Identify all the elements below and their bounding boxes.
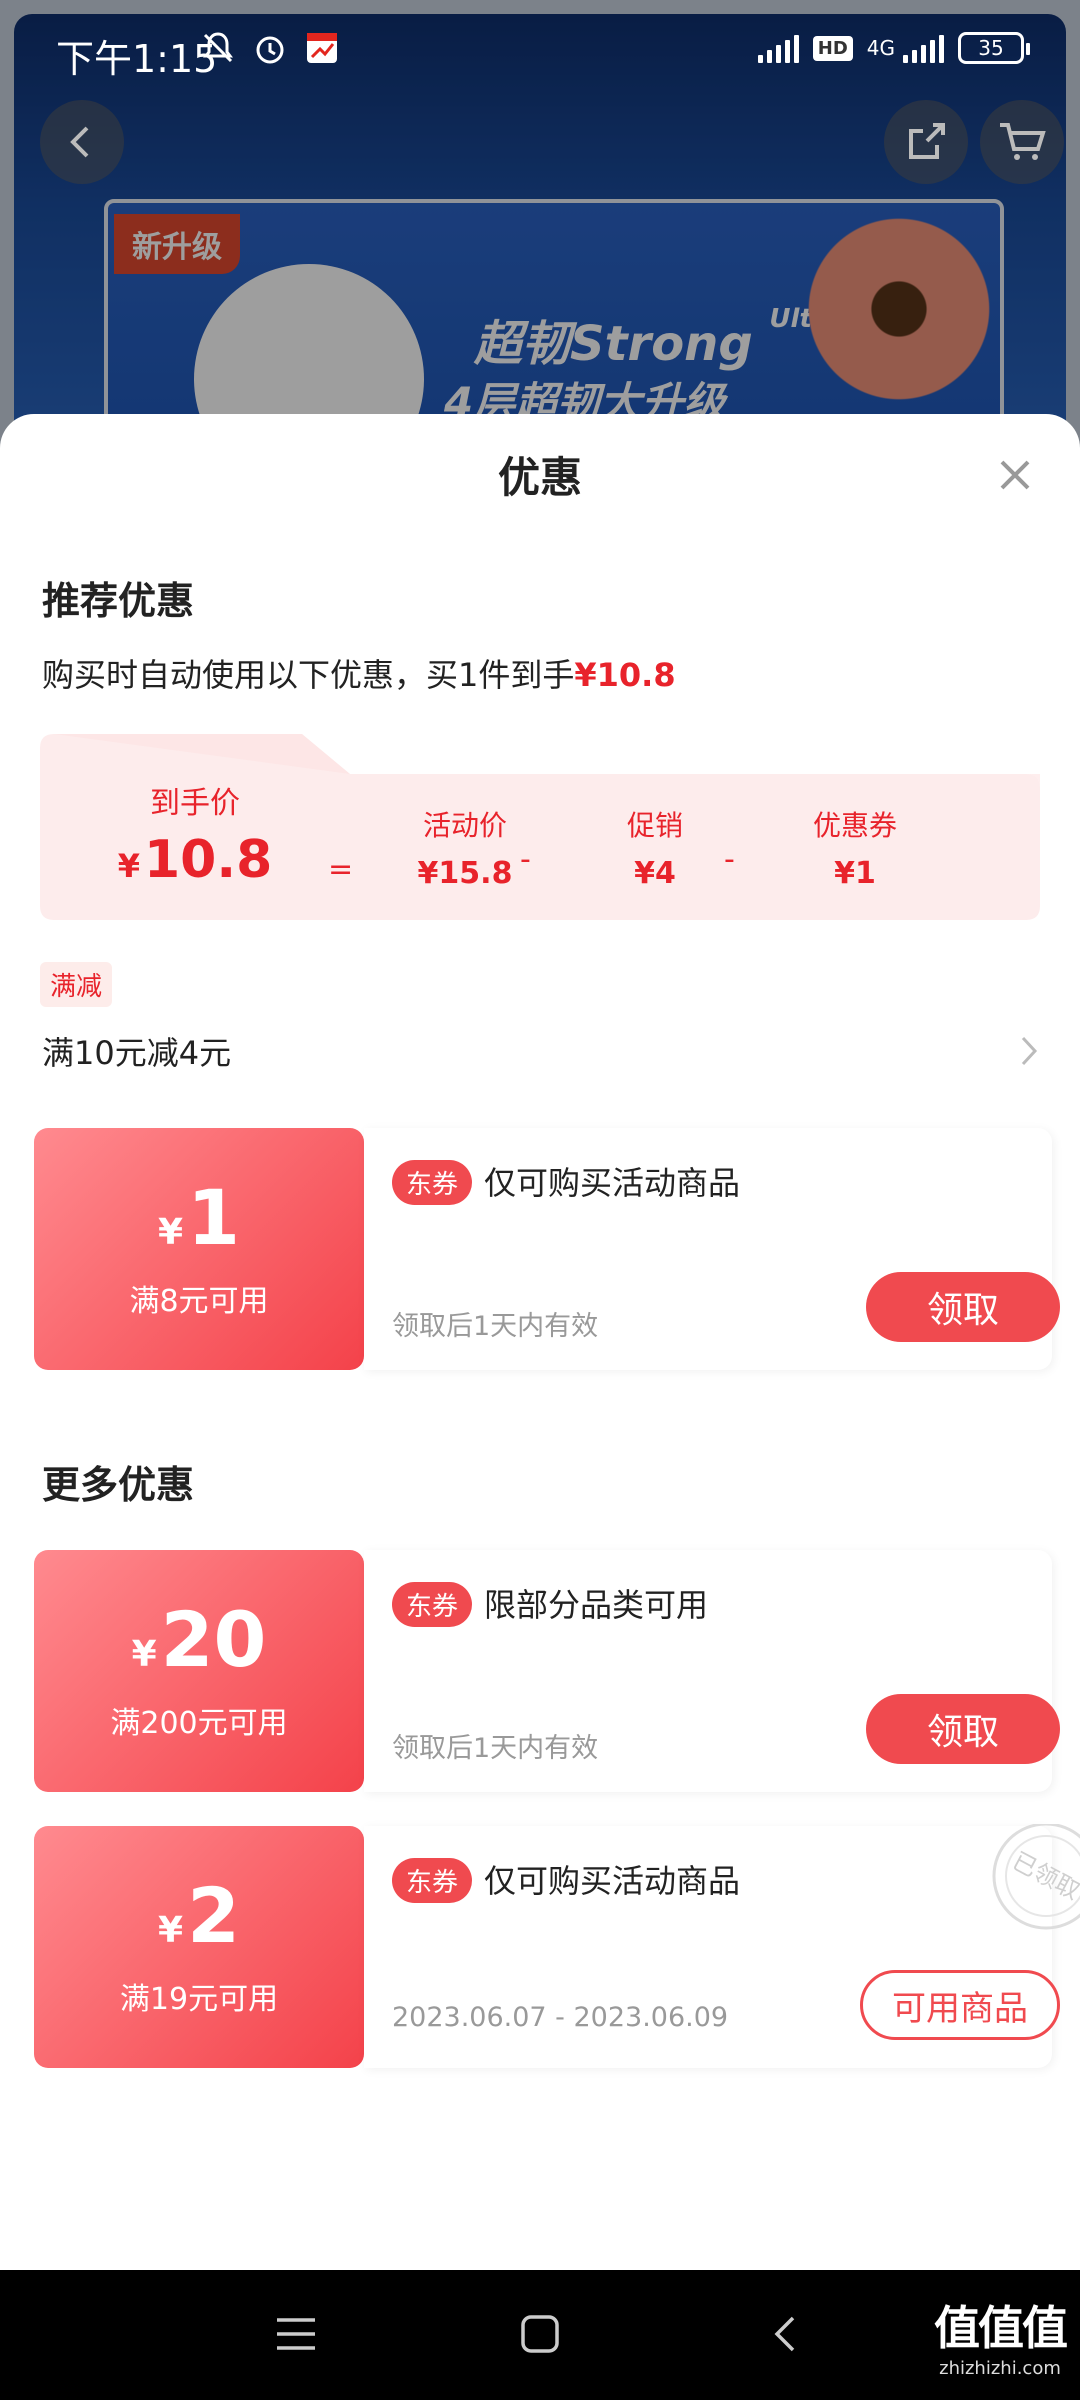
promo-discount: 促销 ¥4: [626, 809, 683, 891]
watermark-logo: 值值值: [934, 2301, 1068, 2355]
claimed-stamp-text: 已领取: [1008, 1847, 1080, 1906]
cart-button[interactable]: [980, 100, 1064, 184]
coupon-title: 仅可购买活动商品: [484, 1164, 741, 1202]
status-bar: 下午1:15 HD 4G 35: [0, 0, 1080, 100]
discount-sheet: 优惠 推荐优惠 购买时自动使用以下优惠，买1件到手¥10.8 到手价 ¥10.8…: [0, 414, 1080, 2270]
claim-coupon-button[interactable]: 领取: [866, 1694, 1060, 1764]
alarm-icon: [252, 30, 288, 75]
coupon-info-panel: 东券 仅可购买活动商品 2023.06.07 - 2023.06.09 可用商品…: [364, 1824, 1080, 2068]
back-nav-button[interactable]: [754, 2304, 814, 2364]
coupon-discount: 优惠券 ¥1: [812, 809, 897, 891]
home-nav-button[interactable]: [510, 2304, 570, 2364]
coupon-condition: 满19元可用: [119, 1982, 279, 2017]
coupon-amount: ¥2: [158, 1871, 240, 1960]
coupon-type-tag: 东券: [392, 1858, 473, 1903]
equals-sign: =: [328, 852, 354, 887]
share-button[interactable]: [884, 100, 968, 184]
back-button[interactable]: [40, 100, 124, 184]
coupon-card: ¥20 满200元可用 东券 限部分品类可用 领取后1天内有效 领取: [34, 1550, 1060, 1792]
battery-level: 35: [978, 36, 1004, 60]
coupon-value-panel: ¥1 满8元可用: [34, 1128, 364, 1370]
watermark: 值值值 zhizhizhi.com: [934, 2292, 1068, 2379]
coupon-validity: 领取后1天内有效: [392, 1311, 599, 1342]
manjian-row[interactable]: 满10元减4元: [42, 1026, 1040, 1076]
coupon-amount: ¥20: [131, 1595, 267, 1684]
coupon-validity: 领取后1天内有效: [392, 1733, 599, 1764]
home-square-icon: [521, 2315, 559, 2353]
manjian-tag: 满减: [40, 962, 113, 1007]
final-price: 到手价 ¥10.8: [100, 778, 290, 890]
chevron-right-icon: [1021, 1036, 1038, 1066]
more-section-title: 更多优惠: [42, 1463, 195, 1507]
menu-icon: [277, 2318, 315, 2350]
coupon-value-panel: ¥2 满19元可用: [34, 1826, 364, 2068]
menu-nav-button[interactable]: [266, 2304, 326, 2364]
minus-sign: -: [724, 842, 735, 877]
close-button[interactable]: [990, 450, 1040, 500]
coupon-info-panel: 东券 限部分品类可用 领取后1天内有效 领取: [364, 1550, 1060, 1792]
final-price-label: 到手价: [150, 786, 240, 821]
signal-icon: [757, 33, 799, 63]
battery-icon: 35: [958, 32, 1030, 64]
app-notification-icon: [304, 30, 340, 75]
coupon-validity: 2023.06.07 - 2023.06.09: [392, 2002, 729, 2033]
coupon-condition: 满8元可用: [129, 1284, 269, 1319]
coupon-condition: 满200元可用: [110, 1706, 288, 1741]
coupon-title: 仅可购买活动商品: [484, 1862, 741, 1900]
activity-price: 活动价 ¥15.8: [417, 809, 513, 891]
claimed-stamp-icon: 已领取: [992, 1824, 1080, 1930]
sheet-title: 优惠: [497, 453, 582, 502]
network-type: 4G: [866, 36, 895, 60]
coupon-card: ¥2 满19元可用 东券 仅可购买活动商品 2023.06.07 - 2023.…: [34, 1824, 1080, 2068]
eligible-goods-button[interactable]: 可用商品: [860, 1970, 1060, 2040]
recommended-price: ¥10.8: [574, 656, 676, 694]
claim-coupon-button[interactable]: 领取: [866, 1272, 1060, 1342]
mute-bell-icon: [200, 30, 236, 75]
manjian-text: 满10元减4元: [42, 1034, 232, 1072]
system-nav-bar: 值值值 zhizhizhi.com: [0, 2270, 1080, 2400]
final-price-value: ¥10.8: [117, 830, 273, 890]
coupon-card: ¥1 满8元可用 东券 仅可购买活动商品 领取后1天内有效 领取: [34, 1128, 1060, 1370]
cart-icon: [1000, 123, 1046, 160]
recommended-section-title: 推荐优惠: [42, 579, 195, 623]
status-indicators: HD 4G 35: [757, 32, 1030, 64]
back-triangle-icon: [774, 2316, 795, 2352]
signal-4g-icon: [903, 33, 944, 63]
coupon-type-tag: 东券: [392, 1160, 473, 1205]
recommended-description: 购买时自动使用以下优惠，买1件到手¥10.8: [42, 656, 676, 694]
coupon-title: 限部分品类可用: [484, 1586, 709, 1624]
coupon-type-tag: 东券: [392, 1582, 473, 1627]
watermark-url: zhizhizhi.com: [939, 2358, 1061, 2379]
coupon-amount: ¥1: [158, 1173, 240, 1262]
minus-sign: -: [520, 842, 531, 877]
status-time: 下午1:15: [56, 37, 218, 81]
hd-badge: HD: [812, 35, 853, 61]
chevron-left-icon: [70, 126, 89, 158]
coupon-value-panel: ¥20 满200元可用: [34, 1550, 364, 1792]
close-icon: [1000, 460, 1030, 490]
coupon-info-panel: 东券 仅可购买活动商品 领取后1天内有效 领取: [364, 1128, 1060, 1370]
share-icon: [909, 123, 945, 159]
price-breakdown: 到手价 ¥10.8 = 活动价 ¥15.8 - 促销 ¥4 - 优惠券 ¥1: [40, 734, 1040, 920]
